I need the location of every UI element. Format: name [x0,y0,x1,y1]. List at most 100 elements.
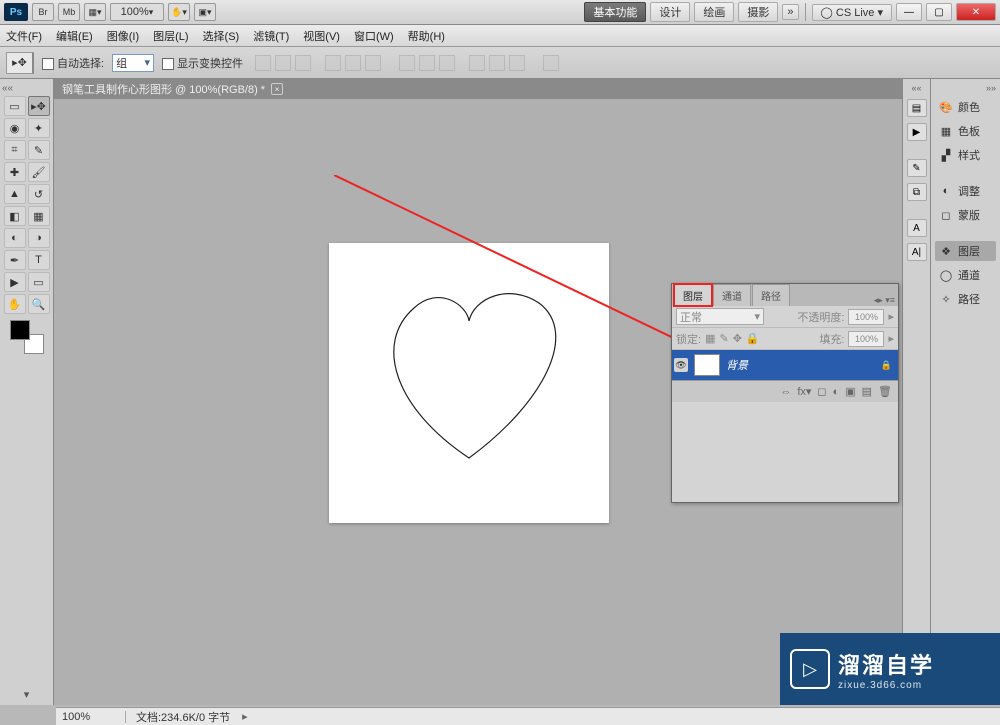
eraser-tool[interactable]: ◧ [4,206,26,226]
shape-tool[interactable]: ▭ [28,272,50,292]
color-swatches[interactable] [10,320,44,354]
panel-layers[interactable]: ❖图层 [935,241,996,261]
zoom-level[interactable]: 100% ▾ [110,3,164,21]
group-icon[interactable]: ▣ [845,385,855,398]
lock-pixels-icon[interactable]: ✎ [719,332,728,345]
panel-paths[interactable]: ✧路径 [935,289,996,309]
align-icon[interactable] [325,55,341,71]
distribute-icon[interactable] [399,55,415,71]
screen-mode-icon[interactable]: ▣▾ [194,3,216,21]
minimize-button[interactable]: — [896,3,922,21]
layer-thumbnail[interactable] [694,354,720,376]
close-tab-icon[interactable]: × [271,83,283,95]
status-arrow-icon[interactable]: ▸ [242,710,248,723]
marquee-tool[interactable]: ▭ [4,96,26,116]
brush-tool[interactable]: 🖌 [28,162,50,182]
align-icon[interactable] [295,55,311,71]
character-icon[interactable]: A [907,219,927,237]
auto-select-checkbox[interactable]: 自动选择: [42,55,104,71]
blur-tool[interactable]: ◐ [4,228,26,248]
dodge-tool[interactable]: ◑ [28,228,50,248]
lock-transparency-icon[interactable]: ▦ [705,332,715,345]
align-icon[interactable] [345,55,361,71]
pen-tool[interactable]: ✒ [4,250,26,270]
menu-filter[interactable]: 滤镜(T) [253,28,289,44]
wand-tool[interactable]: ✦ [28,118,50,138]
expand-icon[interactable]: ▾ [24,688,30,701]
show-transform-checkbox[interactable]: 显示变换控件 [162,55,243,71]
lock-position-icon[interactable]: ✥ [733,332,742,345]
link-icon[interactable]: ⇔ [780,386,791,398]
history-icon[interactable]: ▤ [907,99,927,117]
actions-icon[interactable]: ▶ [907,123,927,141]
distribute-icon[interactable] [469,55,485,71]
gradient-tool[interactable]: ▦ [28,206,50,226]
document-tab[interactable]: 钢笔工具制作心形图形 @ 100%(RGB/8) * × [54,79,291,99]
panel-swatches[interactable]: ▦色板 [935,121,996,141]
menu-help[interactable]: 帮助(H) [408,28,445,44]
tab-layers[interactable]: 图层 [674,284,712,306]
align-icon[interactable] [365,55,381,71]
move-tool[interactable]: ▸✥ [28,96,50,116]
panel-adjust[interactable]: ◐调整 [935,181,996,201]
cslive-button[interactable]: ◯ CS Live ▾ [812,4,892,21]
adjustment-icon[interactable]: ◐ [833,386,840,398]
eyedropper-tool[interactable]: ✎ [28,140,50,160]
distribute-icon[interactable] [489,55,505,71]
fill-value[interactable]: 100% [848,331,884,347]
crop-tool[interactable]: ⌗ [4,140,26,160]
blend-mode-select[interactable]: 正常▾ [676,308,764,325]
menu-view[interactable]: 视图(V) [303,28,340,44]
layout-icon[interactable]: ▦▾ [84,3,106,21]
lasso-tool[interactable]: ◉ [4,118,26,138]
auto-select-mode[interactable]: 组▾ [112,54,154,72]
auto-align-icon[interactable] [543,55,559,71]
align-icon[interactable] [275,55,291,71]
workspace-design[interactable]: 设计 [650,2,690,22]
hand-icon[interactable]: ✋▾ [168,3,190,21]
close-button[interactable]: ✕ [956,3,996,21]
maximize-button[interactable]: ▢ [926,3,952,21]
workspace-paint[interactable]: 绘画 [694,2,734,22]
menu-select[interactable]: 选择(S) [203,28,240,44]
panel-channels[interactable]: ◯通道 [935,265,996,285]
panel-menu[interactable]: ◂▸ ▾≡ [874,295,898,306]
panel-color[interactable]: 🎨颜色 [935,97,996,117]
menu-window[interactable]: 窗口(W) [354,28,394,44]
path-select-tool[interactable]: ▶ [4,272,26,292]
collapse-icon[interactable]: «« [2,83,13,94]
status-zoom[interactable]: 100% [56,711,126,723]
workspace-photo[interactable]: 摄影 [738,2,778,22]
tab-channels[interactable]: 通道 [713,284,751,306]
menu-image[interactable]: 图像(I) [107,28,139,44]
distribute-icon[interactable] [419,55,435,71]
distribute-icon[interactable] [509,55,525,71]
fx-icon[interactable]: fx▾ [797,385,811,398]
zoom-tool[interactable]: 🔍 [28,294,50,314]
menu-edit[interactable]: 编辑(E) [56,28,93,44]
mask-icon[interactable]: ◻ [817,385,826,398]
canvas[interactable] [329,243,609,523]
workspace-more[interactable]: » [782,4,798,20]
hand-tool[interactable]: ✋ [4,294,26,314]
foreground-color[interactable] [10,320,30,340]
align-icon[interactable] [255,55,271,71]
collapse-icon[interactable]: »» [935,83,996,93]
bridge-icon[interactable]: Br [32,3,54,21]
opacity-value[interactable]: 100% [848,309,884,325]
brush-presets-icon[interactable]: ✎ [907,159,927,177]
stamp-tool[interactable]: ▲ [4,184,26,204]
lock-all-icon[interactable]: 🔒 [746,332,760,345]
panel-mask[interactable]: ◻蒙版 [935,205,996,225]
layer-row[interactable]: 👁 背景 🔒 [672,350,898,380]
layer-name[interactable]: 背景 [726,357,748,373]
visibility-icon[interactable]: 👁 [674,358,688,372]
tab-paths[interactable]: 路径 [752,284,790,306]
workspace-basic[interactable]: 基本功能 [584,2,646,22]
panel-styles[interactable]: ▞样式 [935,145,996,165]
type-tool[interactable]: T [28,250,50,270]
clone-source-icon[interactable]: ⧉ [907,183,927,201]
heal-tool[interactable]: ✚ [4,162,26,182]
collapse-icon[interactable]: «« [911,83,921,93]
delete-icon[interactable]: 🗑 [878,385,892,398]
